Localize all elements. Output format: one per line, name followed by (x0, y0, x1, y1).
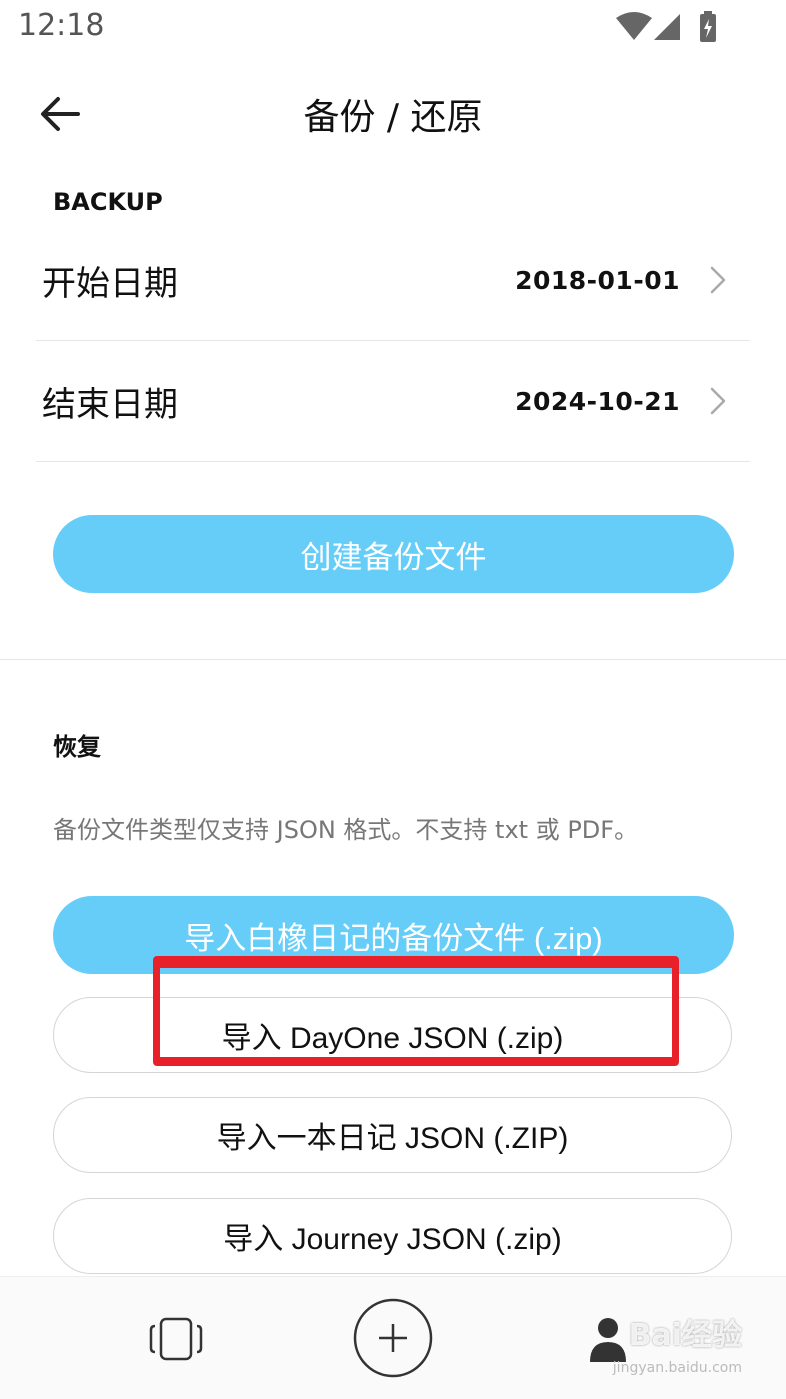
watermark-brand: Bai经验 (628, 1318, 742, 1353)
create-backup-button[interactable]: 创建备份文件 (53, 515, 734, 593)
status-time: 12:18 (18, 8, 105, 43)
start-date-row[interactable]: 开始日期 2018-01-01 (36, 220, 750, 341)
page-title: 备份 / 还原 (303, 97, 483, 138)
import-baixiang-button[interactable]: 导入白橡日记的备份文件 (.zip) (53, 896, 734, 974)
signal-icon (654, 14, 680, 40)
end-date-row[interactable]: 结束日期 2024-10-21 (36, 341, 750, 462)
restore-section-title: 恢复 (53, 733, 101, 761)
watermark-url: jingyan.baidu.com (612, 1360, 742, 1376)
start-date-label: 开始日期 (42, 263, 178, 304)
backup-section-title: BACKUP (53, 188, 163, 216)
user-icon (590, 1318, 626, 1362)
nav-timeline[interactable] (136, 1299, 216, 1379)
end-date-value: 2024-10-21 (515, 386, 680, 416)
wifi-icon (616, 12, 652, 40)
import-yiben-button[interactable]: 导入一本日记 JSON (.ZIP) (53, 1097, 732, 1173)
import-dayone-button[interactable]: 导入 DayOne JSON (.zip) (53, 997, 732, 1073)
add-entry-button[interactable] (353, 1298, 433, 1378)
chevron-right-icon (710, 387, 726, 415)
section-divider (0, 659, 786, 660)
chevron-right-icon (710, 266, 726, 294)
plus-circle-icon (353, 1298, 433, 1378)
cards-icon (149, 1317, 203, 1361)
battery-icon (700, 11, 716, 42)
end-date-label: 结束日期 (42, 384, 178, 425)
status-icons (616, 11, 716, 42)
start-date-value: 2018-01-01 (515, 265, 680, 295)
restore-description: 备份文件类型仅支持 JSON 格式。不支持 txt 或 PDF。 (53, 816, 639, 844)
import-journey-button[interactable]: 导入 Journey JSON (.zip) (53, 1198, 732, 1274)
